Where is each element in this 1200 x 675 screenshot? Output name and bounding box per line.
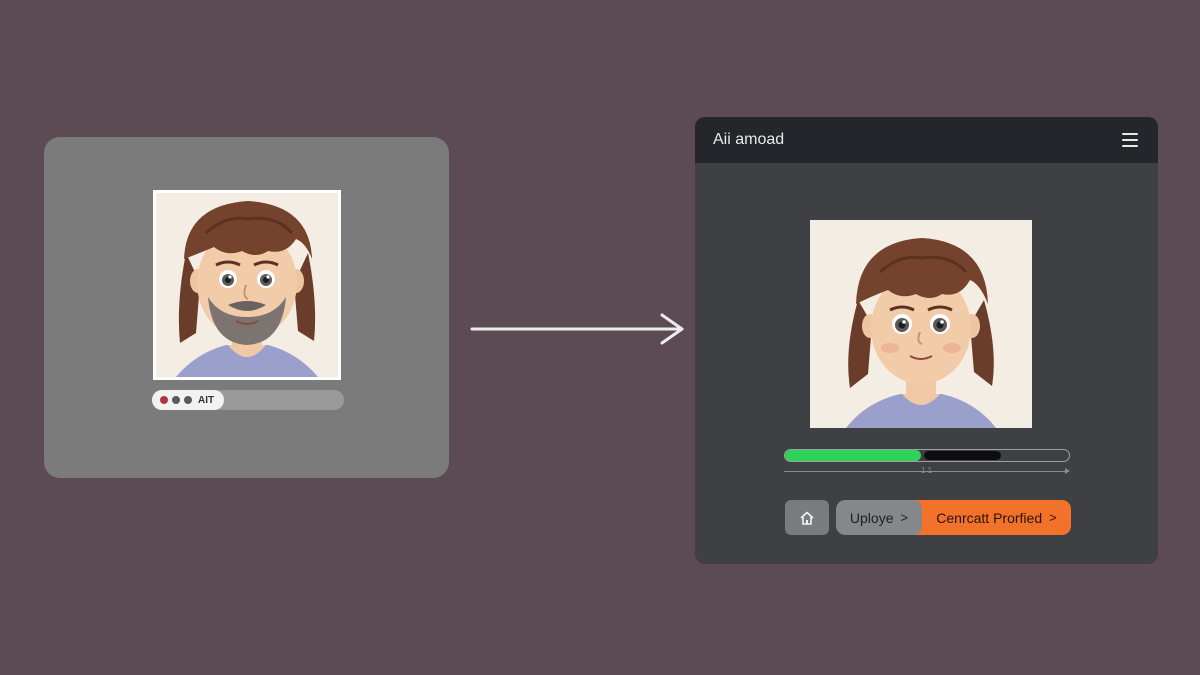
upload-button[interactable]: Uploye > xyxy=(836,500,922,535)
status-dot xyxy=(184,396,192,404)
progress-scale-mark: 1 1 xyxy=(921,466,933,475)
status-dot-red xyxy=(160,396,168,404)
progress-fill xyxy=(785,450,922,461)
convert-profile-button[interactable]: Cenrcatt Prorfied > xyxy=(912,500,1071,535)
upload-button-label: Uploye xyxy=(849,509,894,526)
converter-window: Aii amoad 1 1 Uploye > Cenrcatt Prorfied… xyxy=(695,117,1158,564)
hamburger-menu-icon[interactable] xyxy=(1122,133,1138,147)
output-photo xyxy=(810,220,1032,428)
action-button-group: Uploye > Cenrcatt Prorfied > xyxy=(836,500,1071,535)
progress-scale: 1 1 xyxy=(784,466,1070,475)
chevron-right-icon: > xyxy=(900,510,909,525)
conversion-progress-bar xyxy=(784,449,1070,462)
input-photo xyxy=(153,190,341,380)
status-dot xyxy=(172,396,180,404)
right-arrow-icon xyxy=(470,313,684,345)
converted-portrait-image xyxy=(810,220,1032,428)
home-icon xyxy=(800,511,814,525)
status-pill-label: AIT xyxy=(198,394,215,406)
home-button[interactable] xyxy=(785,500,829,535)
app-title: Aii amoad xyxy=(713,131,785,148)
chevron-right-icon: > xyxy=(1049,510,1057,525)
input-status-bar: AIT xyxy=(152,390,344,410)
progress-buffer xyxy=(924,451,1001,460)
bearded-portrait-image xyxy=(156,193,338,377)
input-photo-card: AIT xyxy=(44,137,449,478)
convert-button-label: Cenrcatt Prorfied xyxy=(936,509,1043,526)
status-pill: AIT xyxy=(152,390,224,410)
window-titlebar: Aii amoad xyxy=(695,117,1158,163)
